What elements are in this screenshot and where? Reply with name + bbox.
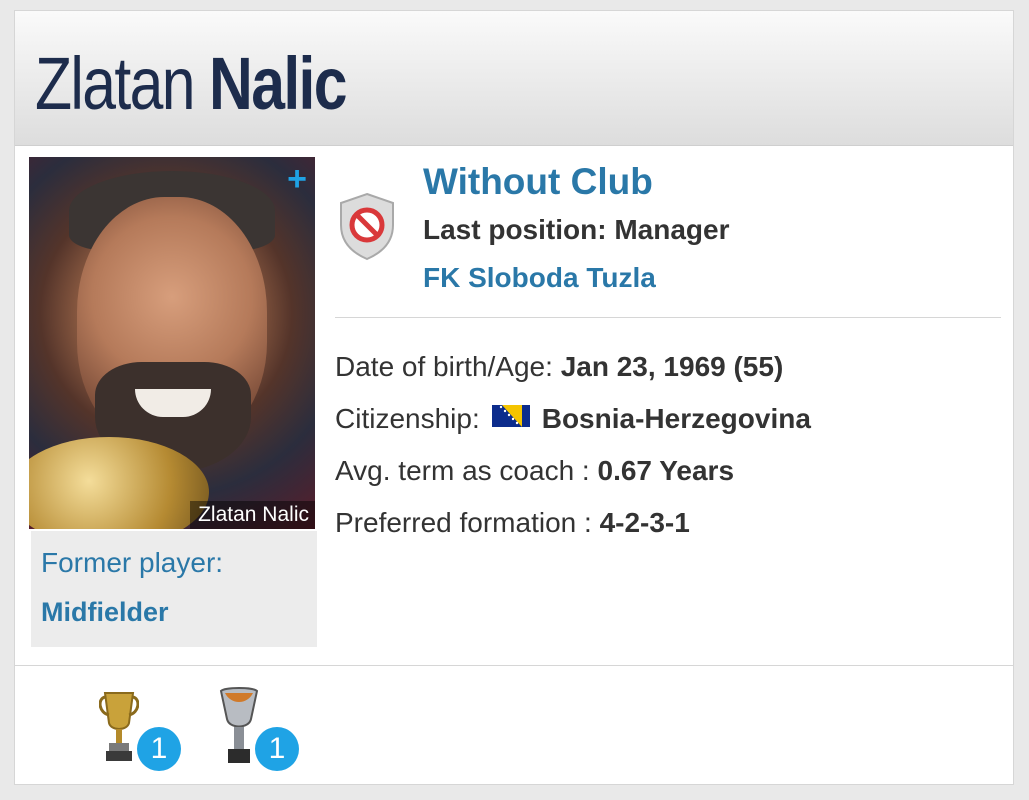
former-player-position[interactable]: Midfielder [41, 597, 169, 628]
coach-photo[interactable]: + Zlatan Nalic [29, 157, 315, 529]
trophy-count: 1 [137, 727, 181, 771]
profile-header: Zlatan Nalic [15, 11, 1013, 146]
citizenship-value[interactable]: Bosnia-Herzegovina [542, 403, 811, 434]
silver-cup-icon [217, 687, 261, 773]
gold-cup-icon [98, 692, 140, 769]
former-player-label: Former player: [41, 547, 224, 578]
club-status: Without Club [423, 161, 653, 202]
photo-caption: Zlatan Nalic [190, 501, 315, 529]
fact-term: Avg. term as coach : 0.67 Years [335, 455, 735, 486]
last-club-link[interactable]: FK Sloboda Tuzla [423, 262, 656, 294]
last-position: Last position: Manager [423, 214, 730, 245]
fact-birth: Date of birth/Age: Jan 23, 1969 (55) [335, 351, 784, 382]
former-player-box: Former player: Midfielder [31, 531, 317, 647]
coach-facts: Date of birth/Age: Jan 23, 1969 (55) Cit… [335, 341, 1005, 549]
trophy-count: 1 [255, 727, 299, 771]
expand-photo-icon[interactable]: + [287, 161, 307, 197]
coach-name: Zlatan Nalic [35, 39, 348, 129]
coach-profile-card: Zlatan Nalic + Zlatan Nalic Former playe… [14, 10, 1014, 785]
trophies-divider [15, 665, 1013, 666]
birth-value: Jan 23, 1969 (55) [560, 351, 784, 382]
term-value: 0.67 Years [597, 455, 735, 486]
formation-value: 4-2-3-1 [599, 507, 690, 538]
first-name: Zlatan [35, 42, 195, 125]
trophy-gold-cup[interactable]: 1 [98, 685, 199, 775]
fact-citizenship: Citizenship: Bosnia-Herzegovina [335, 393, 1005, 445]
fact-formation: Preferred formation : 4-2-3-1 [335, 507, 690, 538]
trophy-silver-cup[interactable]: 1 [217, 685, 317, 775]
last-name: Nalic [209, 42, 347, 125]
bosnia-flag-icon [491, 392, 530, 444]
no-entry-shield-icon [337, 191, 397, 261]
section-divider [335, 317, 1001, 318]
